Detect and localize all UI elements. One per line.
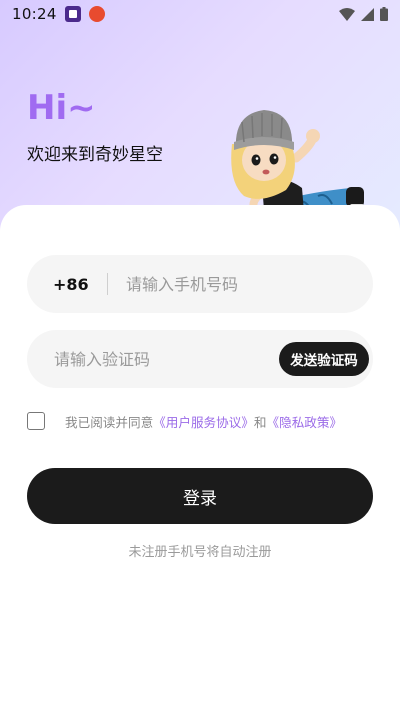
battery-icon bbox=[380, 7, 388, 21]
agreement-checkbox[interactable] bbox=[27, 412, 45, 430]
agreement-conjunction: 和 bbox=[253, 414, 267, 430]
app-notification-icon-2 bbox=[88, 6, 105, 22]
status-time: 10:24 bbox=[12, 5, 57, 23]
agreement-text: 我已阅读并同意《用户服务协议》和《隐私政策》 bbox=[65, 412, 342, 431]
status-bar: 10:24 bbox=[0, 0, 400, 28]
phone-number-field[interactable]: +86 bbox=[27, 255, 373, 313]
country-code-selector[interactable]: +86 bbox=[53, 275, 105, 294]
agreement-prefix: 我已阅读并同意 bbox=[65, 414, 154, 430]
phone-number-input[interactable] bbox=[126, 255, 373, 313]
user-agreement-link[interactable]: 《用户服务协议》 bbox=[153, 415, 254, 430]
signal-icon bbox=[361, 7, 374, 21]
welcome-text: 欢迎来到奇妙星空 bbox=[27, 145, 163, 165]
privacy-policy-link[interactable]: 《隐私政策》 bbox=[267, 415, 343, 430]
login-button[interactable]: 登录 bbox=[27, 468, 373, 524]
greeting-hi: Hi~ bbox=[27, 88, 96, 128]
agreement-row: 我已阅读并同意《用户服务协议》和《隐私政策》 bbox=[27, 410, 373, 432]
send-code-button[interactable]: 发送验证码 bbox=[279, 342, 369, 376]
wifi-icon bbox=[339, 7, 355, 21]
auto-register-hint: 未注册手机号将自动注册 bbox=[128, 545, 272, 560]
verification-code-field[interactable]: 发送验证码 bbox=[27, 330, 373, 388]
app-notification-icon-1 bbox=[64, 6, 81, 22]
field-divider bbox=[107, 273, 108, 295]
